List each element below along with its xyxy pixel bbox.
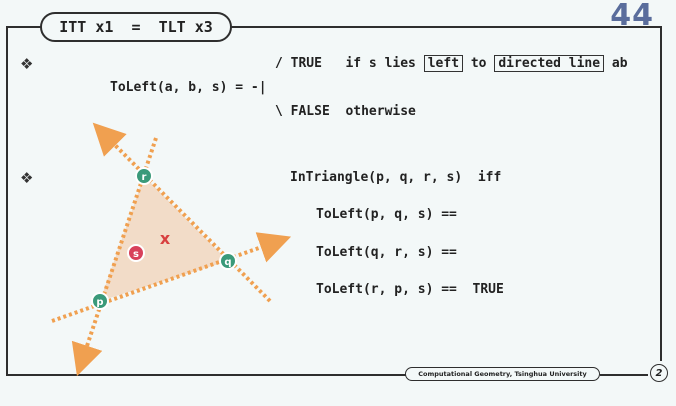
- vertex-p-label: p: [96, 297, 103, 308]
- course-footer: Computational Geometry, Tsinghua Univers…: [405, 367, 600, 381]
- vertex-r-label: r: [142, 172, 147, 183]
- vertex-q: q: [219, 252, 237, 270]
- vertex-p: p: [91, 292, 109, 310]
- vertex-r: r: [135, 167, 153, 185]
- cross-mark: x: [160, 229, 171, 248]
- slide-number: 2: [650, 364, 668, 382]
- vertex-q-label: q: [224, 257, 231, 268]
- query-point-s: s: [127, 244, 145, 262]
- query-point-label: s: [133, 249, 139, 260]
- triangle-diagram: x r q p s: [51, 122, 292, 377]
